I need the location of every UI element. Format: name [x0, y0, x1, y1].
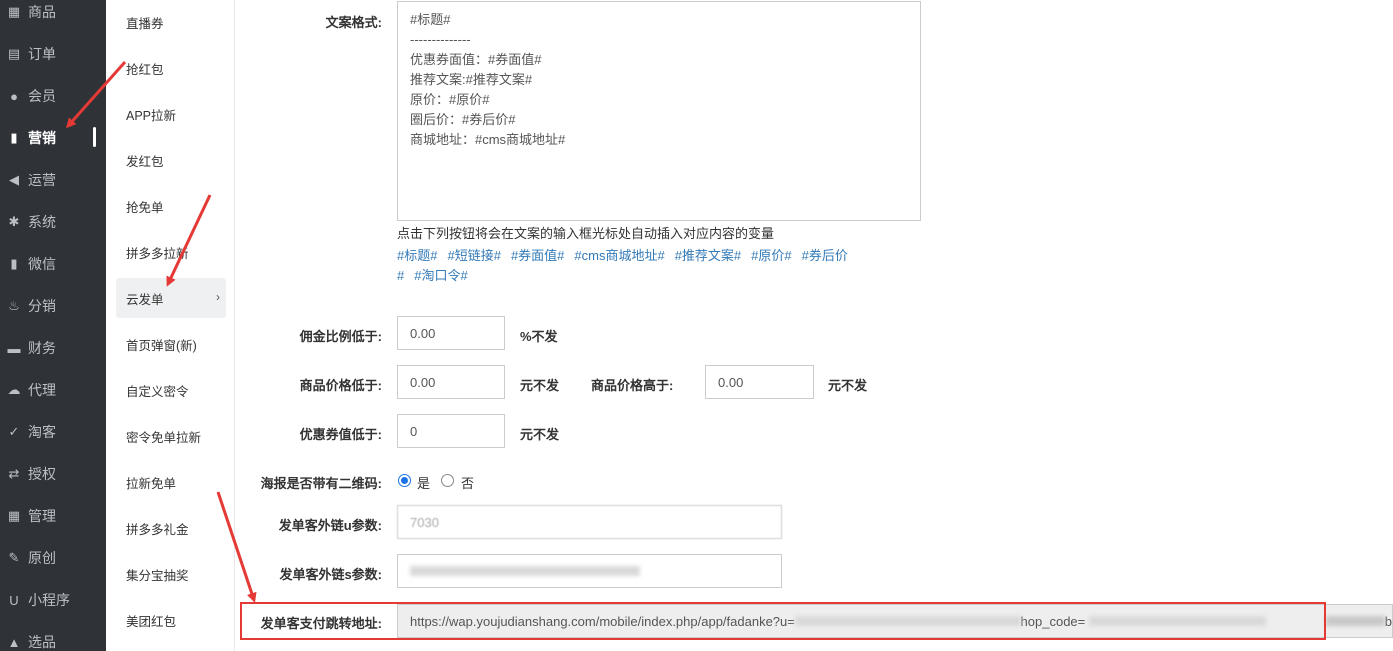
nav-item-finance[interactable]: ▬ 财务: [0, 327, 106, 369]
s-param-input[interactable]: [397, 554, 782, 588]
bars-icon: ▮: [10, 256, 18, 271]
redacted-value: [410, 566, 640, 576]
nav-item-selection[interactable]: ▲ 选品: [0, 621, 106, 651]
coupon-label: 优惠券值低于:: [299, 427, 382, 442]
u-param-input[interactable]: 7030: [397, 505, 782, 539]
flame-icon: ♨: [8, 298, 20, 313]
active-indicator: [93, 127, 96, 147]
cart-icon: ▲: [7, 634, 21, 650]
price-high-input[interactable]: 0.00: [705, 365, 814, 399]
sub-item-app-invite[interactable]: APP拉新: [116, 94, 226, 134]
sub-item-cloud-send[interactable]: 云发单 ›: [116, 278, 226, 318]
var-title[interactable]: #标题#: [397, 248, 437, 263]
nav-item-agent[interactable]: ☁ 代理: [0, 369, 106, 411]
pay-url-input[interactable]: https://wap.youjudianshang.com/mobile/in…: [397, 604, 1393, 638]
redacted-value: [1325, 616, 1385, 626]
price-high-label: 商品价格高于:: [591, 378, 674, 393]
chevron-right-icon: ›: [216, 290, 220, 304]
sub-item-home-popup[interactable]: 首页弹窗(新): [116, 324, 226, 364]
redacted-value: [794, 616, 1021, 626]
sub-item-custom-command[interactable]: 自定义密令: [116, 370, 226, 410]
var-after-coupon-price-end[interactable]: #: [397, 268, 404, 283]
main-sidebar: ▦ 商品 ▤ 订单 ● 会员 ▮ 营销 ◀ 运营 ✱ 系统 ▮ 微信 ♨ 分销 ▬ 财务 ☁ 代理 …: [0, 0, 106, 651]
nav-item-manage[interactable]: ▦ 管理: [0, 495, 106, 537]
check-icon: ✓: [8, 424, 20, 439]
nav-item-authorize[interactable]: ⇄ 授权: [0, 453, 106, 495]
grid-icon: ▦: [7, 4, 21, 19]
copy-format-textarea[interactable]: #标题# -------------- 优惠券面值：#券面值# 推荐文案:#推荐…: [397, 1, 921, 221]
gear-icon: ✱: [8, 214, 20, 229]
var-coupon-value[interactable]: #券面值#: [511, 248, 564, 263]
var-recommend[interactable]: #推荐文案#: [675, 248, 741, 263]
list-icon: ▤: [7, 46, 21, 61]
var-taokouling[interactable]: #淘口令#: [414, 268, 467, 283]
nav-item-distribution[interactable]: ♨ 分销: [0, 285, 106, 327]
nav-item-goods[interactable]: ▦ 商品: [0, 0, 106, 33]
sub-item-meituan-redpacket[interactable]: 美团红包: [116, 600, 226, 640]
nav-item-orders[interactable]: ▤ 订单: [0, 33, 106, 75]
insert-hint: 点击下列按钮将会在文案的输入框光标处自动插入对应内容的变量: [397, 226, 775, 241]
var-original-price[interactable]: #原价#: [751, 248, 791, 263]
var-short-link[interactable]: #短链接#: [447, 248, 500, 263]
qrcode-no-label: 否: [461, 476, 475, 491]
price-low-input[interactable]: 0.00: [397, 365, 505, 399]
qrcode-yes-radio[interactable]: [398, 474, 411, 487]
cloud-icon: ☁: [7, 382, 21, 397]
shuffle-icon: ⇄: [8, 466, 20, 481]
var-cms-url[interactable]: #cms商城地址#: [574, 248, 664, 263]
var-after-coupon-price[interactable]: #券后价: [802, 248, 848, 263]
coupon-input[interactable]: 0: [397, 414, 505, 448]
sub-item-send-redpacket[interactable]: 发红包: [116, 140, 226, 180]
sub-item-pdd-gift[interactable]: 拼多多礼金: [116, 508, 226, 548]
nav-item-miniprogram[interactable]: U 小程序: [0, 579, 106, 621]
price-low-label: 商品价格低于:: [299, 378, 382, 393]
sub-item-jfb-lottery[interactable]: 集分宝抽奖: [116, 554, 226, 594]
qrcode-label: 海报是否带有二维码:: [260, 476, 382, 491]
u-param-label: 发单客外链u参数:: [278, 518, 382, 533]
nav-item-members[interactable]: ● 会员: [0, 75, 106, 117]
price-low-unit: 元不发: [520, 378, 560, 393]
magnet-icon: U: [9, 592, 19, 608]
commission-unit: %不发: [520, 329, 558, 344]
price-high-unit: 元不发: [828, 378, 868, 393]
pay-url-label: 发单客支付跳转地址:: [260, 616, 382, 631]
nav-item-taoke[interactable]: ✓ 淘客: [0, 411, 106, 453]
variable-buttons: #标题# #短链接# #券面值# #cms商城地址# #推荐文案# #原价# #券后价 # #…: [397, 246, 917, 286]
nav-item-wechat[interactable]: ▮ 微信: [0, 243, 106, 285]
sub-item-grab-free[interactable]: 抢免单: [116, 186, 226, 226]
nav-item-operations[interactable]: ◀ 运营: [0, 159, 106, 201]
qrcode-yes-label: 是: [417, 476, 431, 491]
tiles-icon: ▦: [7, 508, 21, 523]
edit-icon: ✎: [8, 550, 20, 565]
megaphone-icon: ◀: [9, 172, 19, 187]
sub-item-grab-redpacket[interactable]: 抢红包: [116, 48, 226, 88]
user-icon: ●: [10, 88, 18, 104]
sub-item-pdd-invite[interactable]: 拼多多拉新: [116, 232, 226, 272]
briefcase-icon: ▬: [7, 340, 21, 356]
nav-item-original[interactable]: ✎ 原创: [0, 537, 106, 579]
sub-item-live-coupon[interactable]: 直播券: [116, 2, 226, 42]
sub-item-command-free-invite[interactable]: 密令免单拉新: [116, 416, 226, 456]
commission-label: 佣金比例低于:: [299, 329, 382, 344]
qrcode-no-radio[interactable]: [441, 474, 454, 487]
sub-item-invite-free[interactable]: 拉新免单: [116, 462, 226, 502]
sub-sidebar: 直播券 抢红包 APP拉新 发红包 抢免单 拼多多拉新 云发单 › 首页弹窗(新)…: [106, 0, 235, 651]
nav-item-marketing[interactable]: ▮ 营销: [0, 117, 106, 159]
coupon-unit: 元不发: [520, 427, 560, 442]
commission-input[interactable]: 0.00: [397, 316, 505, 350]
settings-form: 文案格式: #标题# -------------- 优惠券面值：#券面值# 推荐…: [236, 0, 1393, 651]
redacted-value: [1089, 616, 1266, 626]
copy-format-label: 文案格式:: [325, 15, 382, 30]
signal-icon: ▮: [10, 130, 18, 145]
s-param-label: 发单客外链s参数:: [279, 567, 382, 582]
nav-item-system[interactable]: ✱ 系统: [0, 201, 106, 243]
